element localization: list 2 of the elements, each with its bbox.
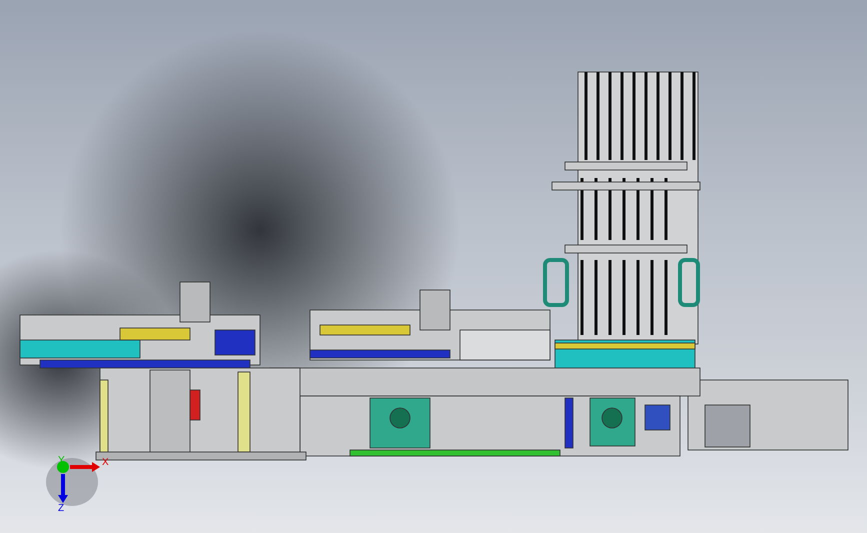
axis-label: Z	[58, 504, 64, 514]
axis-label: X	[102, 458, 109, 468]
